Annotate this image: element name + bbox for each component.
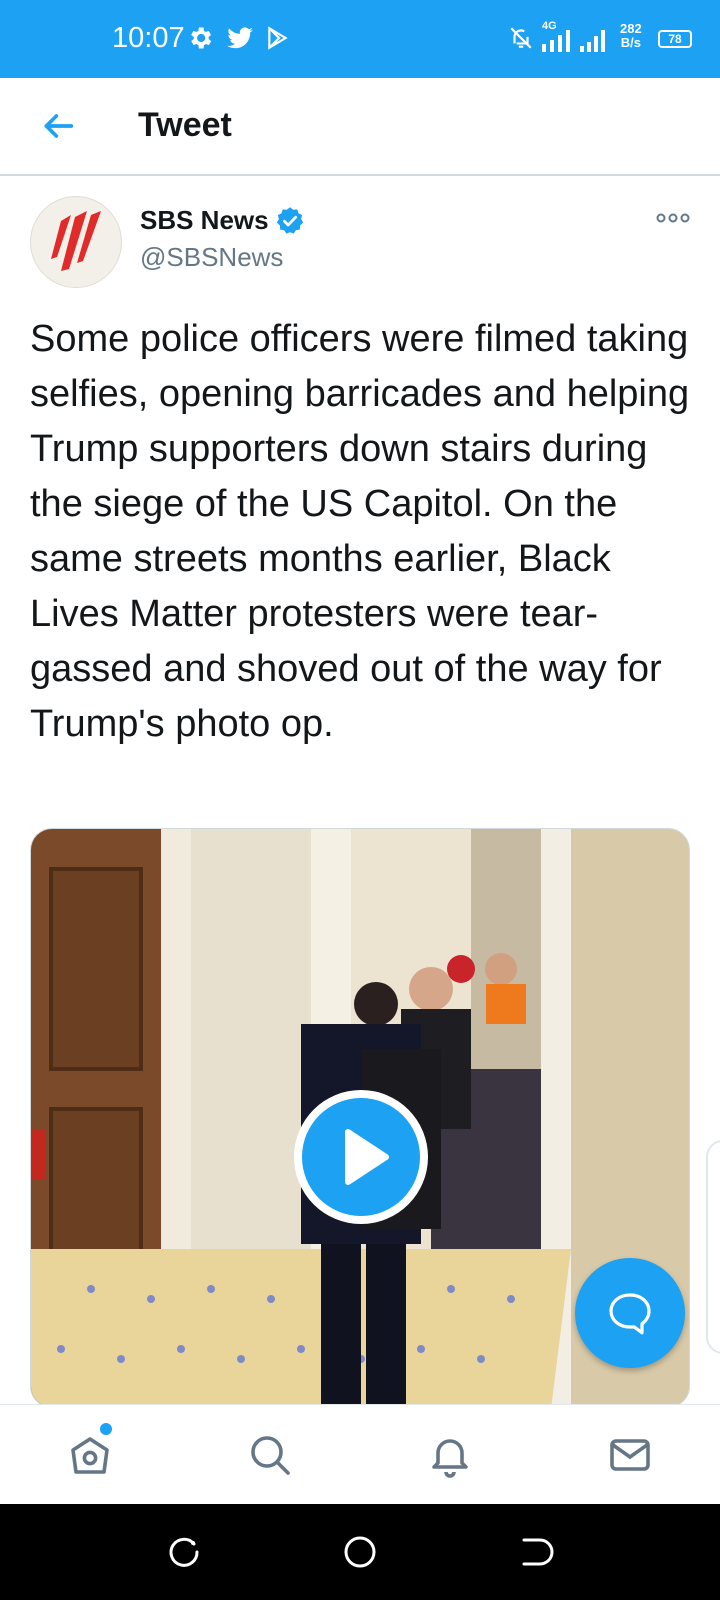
more-options-icon[interactable] [656,208,690,228]
home-circle-icon[interactable] [342,1534,378,1570]
notifications-icon[interactable] [426,1431,474,1479]
twitter-bird-icon [227,27,253,49]
net-speed-value: 282 [620,21,642,36]
signal-4g-icon [542,30,570,52]
back-arrow-icon[interactable] [38,106,78,146]
avatar[interactable] [30,196,122,288]
search-icon[interactable] [246,1431,294,1479]
play-store-icon [268,26,288,50]
page-title: Tweet [138,106,232,144]
back-icon[interactable] [518,1534,554,1570]
gear-icon [191,27,212,49]
author-handle[interactable]: @SBSNews [140,242,283,273]
reply-bubble-icon [609,1293,651,1335]
net-speed: 282 B/s [620,22,642,50]
recents-icon[interactable] [166,1534,202,1570]
play-icon [345,1129,389,1185]
play-button-inner [302,1098,420,1216]
app-header: Tweet [0,78,720,176]
status-time: 10:07 [112,22,185,54]
verified-badge-icon [276,207,304,234]
reply-fab-button[interactable] [575,1258,685,1368]
net-speed-unit: B/s [620,35,641,50]
notification-dot [100,1423,112,1435]
bottom-navigation [0,1404,720,1505]
status-bar: 10:07 4G 282 B/s 78 [0,0,720,78]
bell-off-icon [510,27,532,49]
sbs-logo-icon [51,211,101,271]
home-icon[interactable] [66,1431,114,1479]
play-button[interactable] [294,1090,428,1224]
system-navigation-bar [0,1504,720,1600]
side-card-edge [706,1140,720,1354]
messages-icon[interactable] [606,1431,654,1479]
signal-icon [580,30,605,52]
tweet-text: Some police officers were filmed taking … [30,318,690,745]
author-name[interactable]: SBS News [140,205,269,236]
battery-level: 78 [668,32,682,46]
battery-icon: 78 [658,30,692,48]
